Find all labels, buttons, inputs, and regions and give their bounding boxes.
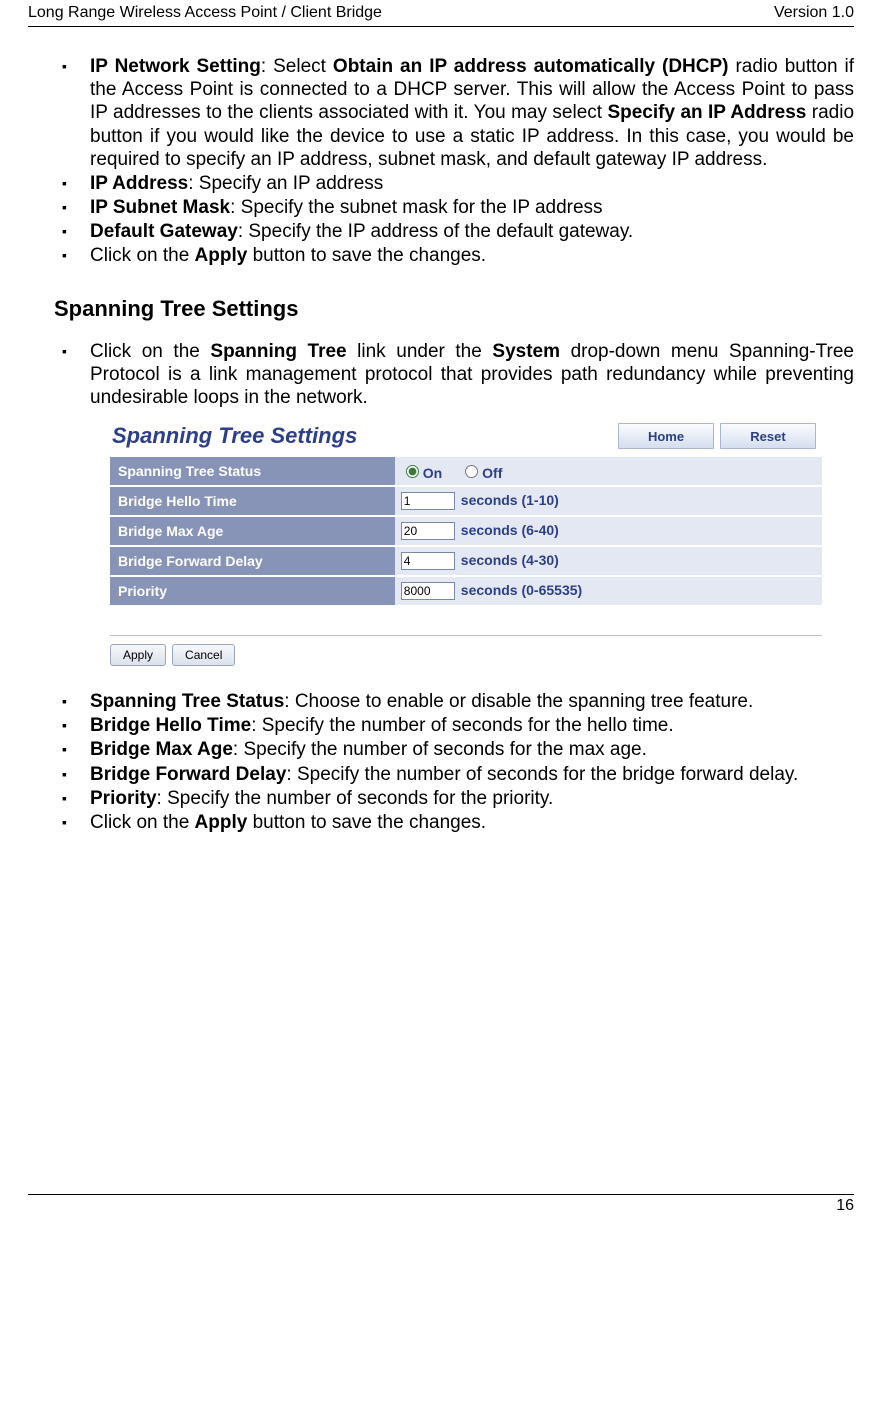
term: Obtain an IP address automatically (DHCP… xyxy=(333,56,729,77)
list-item: Default Gateway: Specify the IP address … xyxy=(54,220,854,243)
term: Priority xyxy=(90,788,157,809)
table-row: Bridge Max Age seconds (6-40) xyxy=(110,516,822,546)
config-screenshot: Spanning Tree Settings Home Reset Spanni… xyxy=(110,421,822,666)
row-label: Priority xyxy=(110,576,395,606)
row-label: Bridge Max Age xyxy=(110,516,395,546)
text: : Specify the number of seconds for the … xyxy=(286,764,798,785)
max-age-input[interactable] xyxy=(401,522,455,540)
bullet-list-2: Click on the Spanning Tree link under th… xyxy=(54,340,854,410)
text: Click on the xyxy=(90,245,195,266)
list-item: IP Subnet Mask: Specify the subnet mask … xyxy=(54,196,854,219)
apply-button[interactable]: Apply xyxy=(110,644,166,666)
term: IP Network Setting xyxy=(90,56,261,77)
list-item: IP Network Setting: Select Obtain an IP … xyxy=(54,55,854,171)
reset-button[interactable]: Reset xyxy=(720,423,816,449)
screenshot-title: Spanning Tree Settings xyxy=(112,423,357,449)
home-button[interactable]: Home xyxy=(618,423,714,449)
text: : Specify the number of seconds for the … xyxy=(251,715,673,736)
term: Spanning Tree Status xyxy=(90,691,284,712)
term: Apply xyxy=(195,812,248,833)
header-left: Long Range Wireless Access Point / Clien… xyxy=(28,4,382,22)
bullet-list-3: Spanning Tree Status: Choose to enable o… xyxy=(54,690,854,834)
forward-delay-input[interactable] xyxy=(401,552,455,570)
row-value: seconds (0-65535) xyxy=(395,576,822,606)
page-header: Long Range Wireless Access Point / Clien… xyxy=(28,0,854,26)
text: Click on the xyxy=(90,812,195,833)
section-heading: Spanning Tree Settings xyxy=(54,296,854,322)
header-right: Version 1.0 xyxy=(774,4,854,22)
unit-label: seconds (1-10) xyxy=(461,492,559,508)
term: IP Address xyxy=(90,173,188,194)
table-row: Bridge Forward Delay seconds (4-30) xyxy=(110,546,822,576)
text: : Specify the number of seconds for the … xyxy=(233,739,647,760)
unit-label: seconds (4-30) xyxy=(461,552,559,568)
row-value: seconds (6-40) xyxy=(395,516,822,546)
row-value: seconds (1-10) xyxy=(395,486,822,516)
list-item: Bridge Hello Time: Specify the number of… xyxy=(54,714,854,737)
text: : Specify the number of seconds for the … xyxy=(157,788,554,809)
text: button to save the changes. xyxy=(247,245,486,266)
text: : Choose to enable or disable the spanni… xyxy=(284,691,753,712)
term: Specify an IP Address xyxy=(607,102,806,123)
hello-time-input[interactable] xyxy=(401,492,455,510)
term: Spanning Tree xyxy=(210,341,346,362)
list-item: Click on the Apply button to save the ch… xyxy=(54,811,854,834)
page-footer: 16 xyxy=(28,1194,854,1215)
list-item: IP Address: Specify an IP address xyxy=(54,172,854,195)
unit-label: seconds (0-65535) xyxy=(461,582,582,598)
bullet-list-1: IP Network Setting: Select Obtain an IP … xyxy=(54,55,854,268)
term: Apply xyxy=(195,245,248,266)
text: : Specify the IP address of the default … xyxy=(238,221,633,242)
header-rule xyxy=(28,26,854,27)
term: Bridge Max Age xyxy=(90,739,233,760)
term: IP Subnet Mask xyxy=(90,197,230,218)
row-value: seconds (4-30) xyxy=(395,546,822,576)
table-row: Spanning Tree Status On Off xyxy=(110,456,822,486)
list-item: Priority: Specify the number of seconds … xyxy=(54,787,854,810)
nav-buttons: Home Reset xyxy=(618,423,816,449)
page-number: 16 xyxy=(28,1195,854,1215)
list-item: Spanning Tree Status: Choose to enable o… xyxy=(54,690,854,713)
status-off-radio[interactable] xyxy=(465,465,478,478)
screenshot-header: Spanning Tree Settings Home Reset xyxy=(110,421,822,455)
cancel-button[interactable]: Cancel xyxy=(172,644,235,666)
radio-label: On xyxy=(423,465,442,481)
page: Long Range Wireless Access Point / Clien… xyxy=(0,0,882,1235)
table-row: Bridge Hello Time seconds (1-10) xyxy=(110,486,822,516)
text: button to save the changes. xyxy=(247,812,486,833)
list-item: Click on the Spanning Tree link under th… xyxy=(54,340,854,410)
priority-input[interactable] xyxy=(401,582,455,600)
radio-label: Off xyxy=(482,465,502,481)
row-label: Spanning Tree Status xyxy=(110,456,395,486)
row-label: Bridge Hello Time xyxy=(110,486,395,516)
text: link under the xyxy=(347,341,493,362)
status-on-radio[interactable] xyxy=(406,465,419,478)
config-table: Spanning Tree Status On Off Bridge Hello… xyxy=(110,455,822,607)
content: IP Network Setting: Select Obtain an IP … xyxy=(28,55,854,834)
list-item: Click on the Apply button to save the ch… xyxy=(54,244,854,267)
screenshot-footer: Apply Cancel xyxy=(110,635,822,666)
term: Bridge Hello Time xyxy=(90,715,251,736)
table-row: Priority seconds (0-65535) xyxy=(110,576,822,606)
row-value: On Off xyxy=(395,456,822,486)
term: Bridge Forward Delay xyxy=(90,764,286,785)
term: System xyxy=(492,341,560,362)
text: : Specify the subnet mask for the IP add… xyxy=(230,197,602,218)
unit-label: seconds (6-40) xyxy=(461,522,559,538)
term: Default Gateway xyxy=(90,221,238,242)
row-label: Bridge Forward Delay xyxy=(110,546,395,576)
text: Click on the xyxy=(90,341,210,362)
list-item: Bridge Max Age: Specify the number of se… xyxy=(54,738,854,761)
text: : Specify an IP address xyxy=(188,173,383,194)
text: : Select xyxy=(261,56,333,77)
list-item: Bridge Forward Delay: Specify the number… xyxy=(54,763,854,786)
